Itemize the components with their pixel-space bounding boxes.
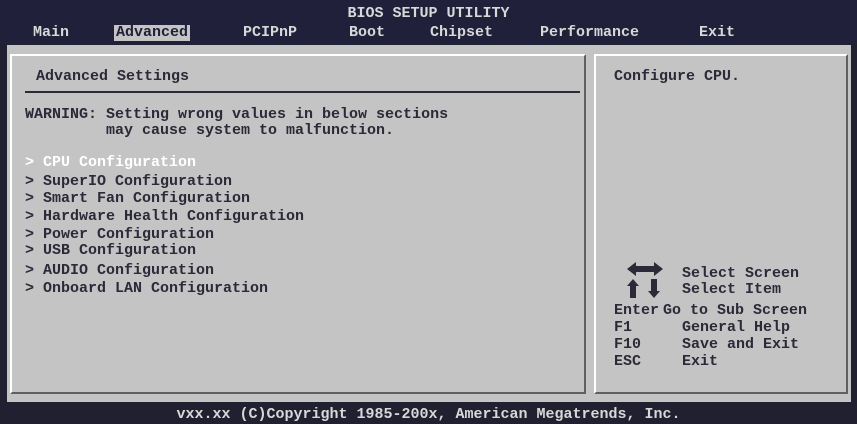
menu-item-cpu-configuration[interactable]: > CPU Configuration bbox=[25, 155, 196, 171]
menu-pcipnp[interactable]: PCIPnP bbox=[243, 25, 297, 41]
menu-item-onboard-lan-configuration[interactable]: > Onboard LAN Configuration bbox=[25, 281, 268, 297]
help-action-general-help: General Help bbox=[682, 319, 791, 336]
help-key-f10: F10 bbox=[614, 336, 642, 353]
help-description: Configure CPU. bbox=[614, 68, 741, 85]
help-action-save-and-exit: Save and Exit bbox=[682, 336, 800, 353]
menu-item-usb-configuration[interactable]: > USB Configuration bbox=[25, 243, 196, 259]
bios-title: BIOS SETUP UTILITY bbox=[347, 5, 510, 22]
arrow-keys-icon bbox=[627, 262, 663, 298]
up-down-arrows-icon bbox=[627, 279, 660, 298]
menu-item-audio-configuration[interactable]: > AUDIO Configuration bbox=[25, 263, 214, 279]
help-action-go-to-sub-screen: Go to Sub Screen bbox=[663, 302, 808, 319]
help-key-enter: Enter bbox=[614, 302, 660, 319]
menu-item-hardware-health-configuration[interactable]: > Hardware Health Configuration bbox=[25, 209, 304, 225]
help-action-select-item: Select Item bbox=[682, 281, 782, 298]
help-action-exit: Exit bbox=[682, 353, 719, 370]
help-key-f1: F1 bbox=[614, 319, 633, 336]
menu-main[interactable]: Main bbox=[33, 25, 69, 41]
left-right-arrows-icon bbox=[627, 262, 663, 276]
help-action-select-screen: Select Screen bbox=[682, 265, 800, 282]
heading-divider bbox=[25, 91, 580, 93]
menu-performance[interactable]: Performance bbox=[540, 25, 639, 41]
menu-advanced[interactable]: Advanced bbox=[114, 25, 191, 41]
copyright-footer: vxx.xx (C)Copyright 1985-200x, American … bbox=[176, 406, 681, 423]
warning-line-1: WARNING: Setting wrong values in below s… bbox=[25, 106, 449, 123]
menu-item-superio-configuration[interactable]: > SuperIO Configuration bbox=[25, 174, 232, 190]
help-key-esc: ESC bbox=[614, 353, 642, 370]
menu-boot[interactable]: Boot bbox=[349, 25, 385, 41]
menu-item-smart-fan-configuration[interactable]: > Smart Fan Configuration bbox=[25, 191, 250, 207]
menu-exit[interactable]: Exit bbox=[699, 25, 735, 41]
panel-heading: Advanced Settings bbox=[36, 68, 190, 85]
menu-item-power-configuration[interactable]: > Power Configuration bbox=[25, 227, 214, 243]
warning-line-2: may cause system to malfunction. bbox=[25, 122, 395, 139]
menu-chipset[interactable]: Chipset bbox=[430, 25, 493, 41]
